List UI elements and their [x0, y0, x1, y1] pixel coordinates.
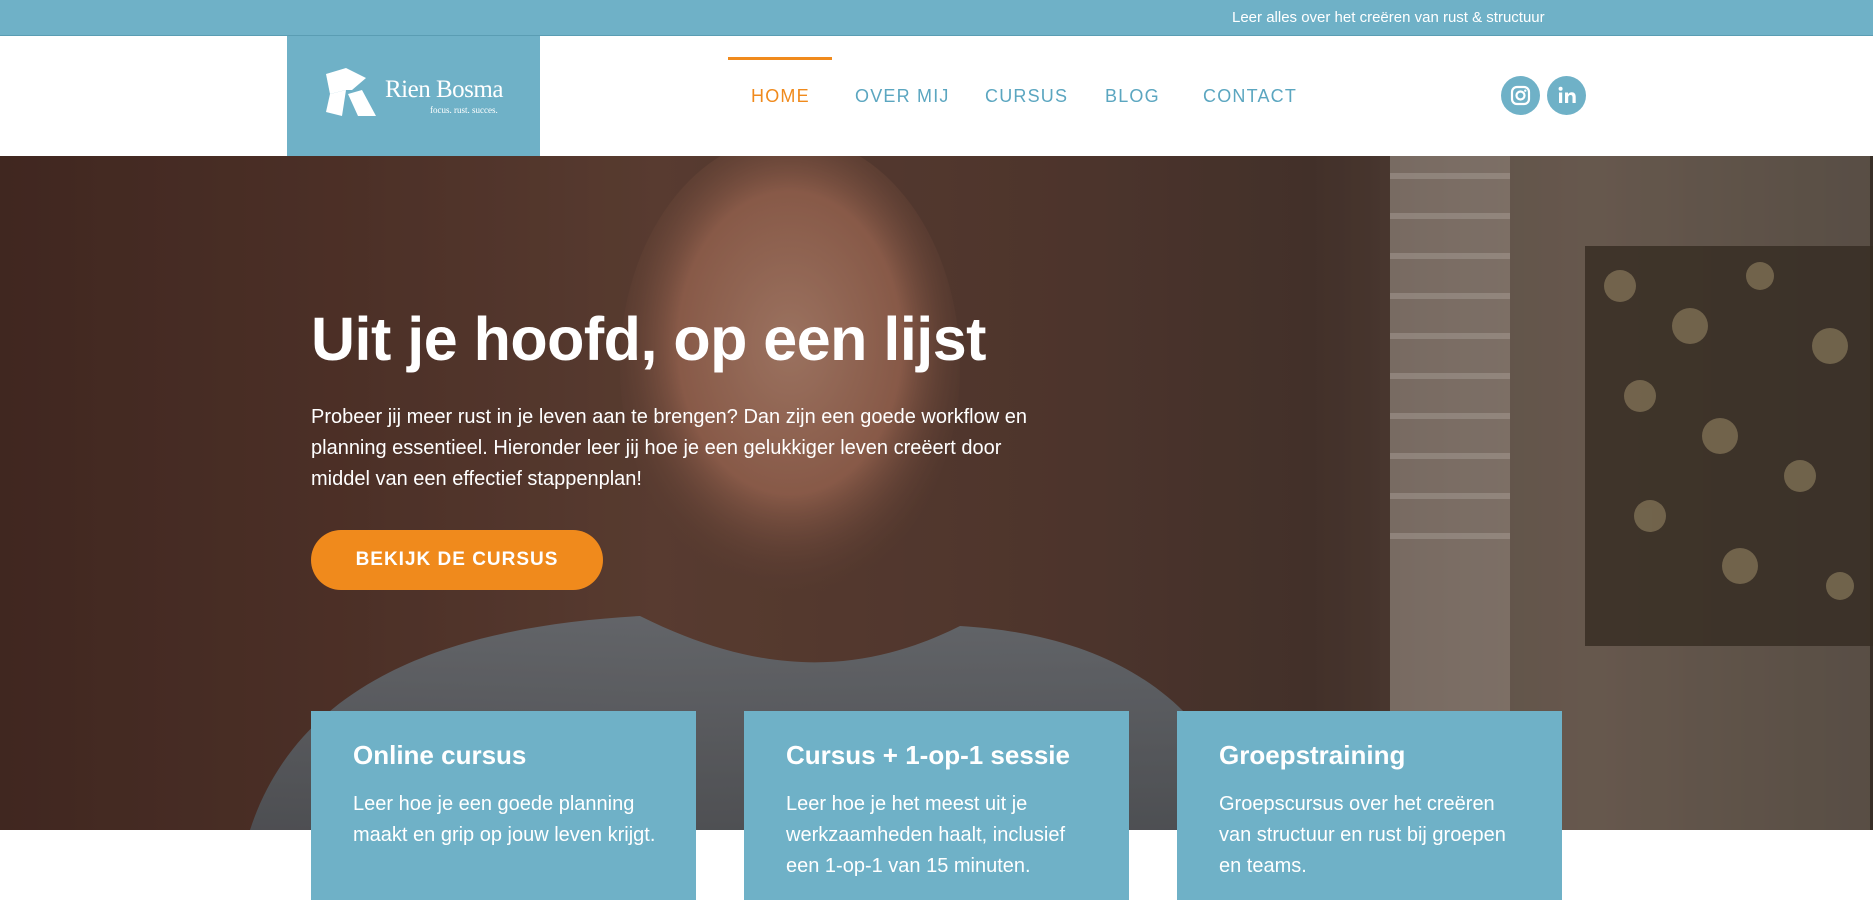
- linkedin-icon[interactable]: [1547, 76, 1586, 115]
- card-cursus-1-op-1[interactable]: Cursus + 1-op-1 sessie Leer hoe je het m…: [744, 711, 1129, 900]
- card-groepstraining[interactable]: Groepstraining Groepscursus over het cre…: [1177, 711, 1562, 900]
- nav-item-blog[interactable]: BLOG: [1105, 86, 1160, 107]
- nav-item-home[interactable]: HOME: [751, 86, 810, 107]
- bekijk-de-cursus-button[interactable]: BEKIJK DE CURSUS: [311, 530, 603, 590]
- hero-title: Uit je hoofd, op een lijst: [311, 305, 986, 373]
- logo-mark-icon: [326, 68, 376, 116]
- announcement-text: Leer alles over het creëren van rust & s…: [1232, 9, 1545, 26]
- card-text: Leer hoe je het meest uit je werkzaamhed…: [786, 793, 1066, 877]
- card-online-cursus[interactable]: Online cursus Leer hoe je een goede plan…: [311, 711, 696, 900]
- card-title: Groepstraining: [1219, 740, 1406, 770]
- card-title: Cursus + 1-op-1 sessie: [786, 740, 1070, 770]
- nav-item-over-mij[interactable]: OVER MIJ: [855, 86, 950, 107]
- nav-item-contact[interactable]: CONTACT: [1203, 86, 1297, 107]
- card-title: Online cursus: [353, 740, 527, 770]
- nav-item-cursus[interactable]: CURSUS: [985, 86, 1068, 107]
- hero-description: Probeer jij meer rust in je leven aan te…: [311, 406, 1027, 490]
- logo-name: Rien Bosma: [385, 76, 503, 103]
- card-text: Leer hoe je een goede planning maakt en …: [353, 793, 656, 846]
- logo[interactable]: Rien Bosma focus. rust. succes.: [287, 36, 540, 156]
- card-text: Groepscursus over het creëren van struct…: [1219, 793, 1506, 877]
- site-header: Rien Bosma focus. rust. succes. HOME OVE…: [0, 36, 1873, 156]
- instagram-icon[interactable]: [1501, 76, 1540, 115]
- logo-tagline: focus. rust. succes.: [430, 105, 498, 115]
- top-announcement-bar: Leer alles over het creëren van rust & s…: [0, 0, 1873, 36]
- nav-active-indicator: [728, 57, 832, 60]
